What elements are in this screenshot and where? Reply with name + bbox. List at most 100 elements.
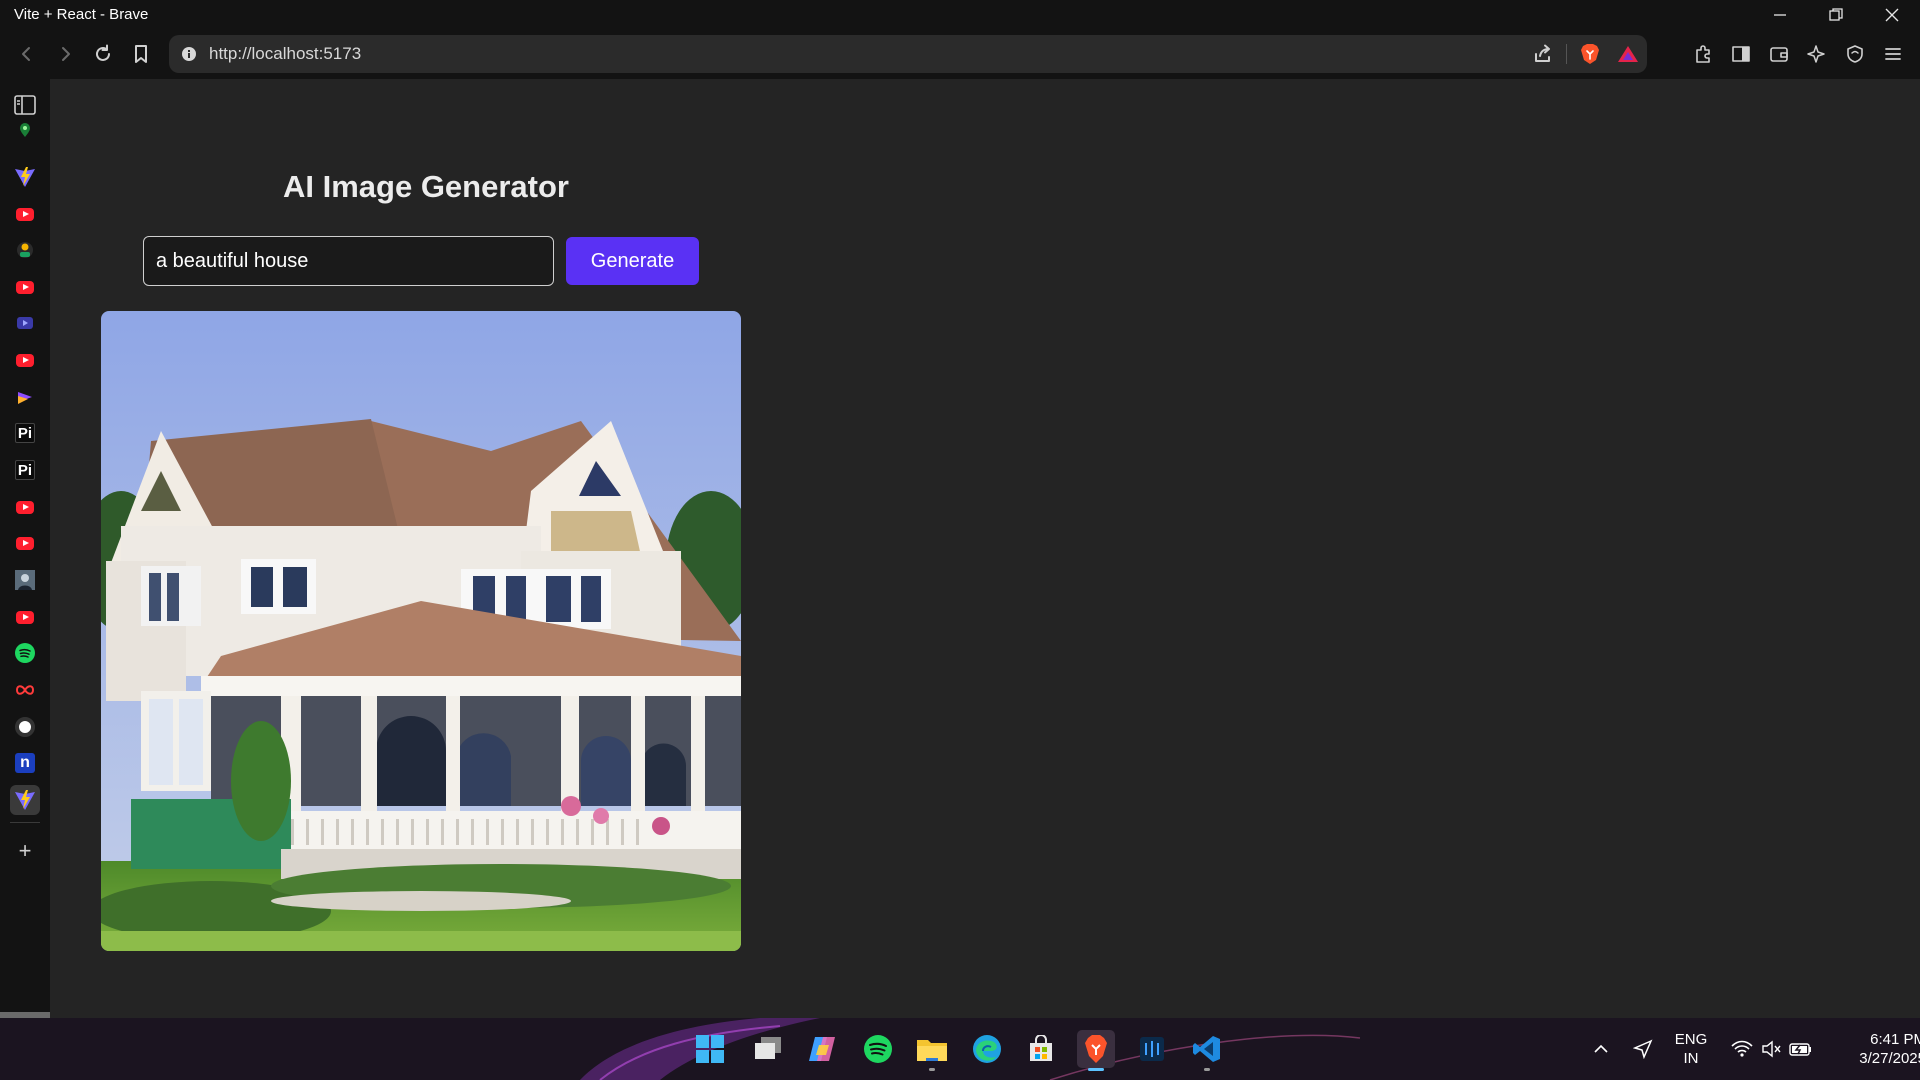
house-image [101,311,741,951]
sidebar-toggle-button[interactable] [1722,35,1760,73]
sidebar-item-avatar[interactable] [10,565,40,595]
page-content: AI Image Generator Generate [50,79,1920,1018]
bookmark-button[interactable] [122,35,160,73]
reload-icon [96,44,110,61]
sidebar-item-youtube-1[interactable] [10,199,40,229]
taskbar-vscode[interactable] [1188,1030,1226,1071]
sidebar-panel-button[interactable] [10,90,40,120]
address-bar[interactable]: http://localhost:5173 [169,35,1647,73]
restore-button[interactable] [1808,0,1864,29]
sidebar-item-youtube-2[interactable] [10,272,40,302]
youtube-icon [16,500,34,514]
taskbar-copilot[interactable] [803,1030,841,1068]
youtube-icon [16,353,34,367]
youtube-icon [16,536,34,550]
share-button[interactable] [1524,35,1562,73]
page-title: AI Image Generator [283,169,569,204]
sidebar-item-pi-1[interactable]: Pi [10,418,40,448]
rewards-triangle-icon [1618,46,1638,62]
sidebar-item-video[interactable] [10,308,40,338]
sidebar-item-stack[interactable] [10,382,40,412]
youtube-icon [16,280,34,294]
sidebar-toggle-icon [1732,46,1750,62]
taskbar-start[interactable] [691,1030,729,1068]
pi-icon: Pi [15,460,35,480]
share-icon [1535,44,1550,62]
sidebar-item-maps[interactable] [10,120,40,140]
back-button[interactable] [8,35,46,73]
url-text[interactable]: http://localhost:5173 [209,44,361,64]
taskbar-brave[interactable] [1077,1030,1115,1071]
close-window-button[interactable] [1864,0,1920,29]
sidebar-add-button[interactable]: + [10,836,40,866]
brave-shields-button[interactable] [1571,35,1609,73]
sidebar-item-youtube-3[interactable] [10,345,40,375]
speaker-muted-icon [1762,1040,1781,1058]
prompt-input[interactable] [143,236,554,286]
language-code: ENG [1674,1031,1708,1048]
video-icon [17,317,33,329]
brave-rewards-button[interactable] [1609,35,1647,73]
pi-icon: Pi [15,423,35,443]
taskbar-task-view[interactable] [749,1030,787,1068]
sidebar-item-vite[interactable] [10,162,40,192]
sidebar-item-openai[interactable] [10,712,40,742]
vite-icon [15,167,35,187]
site-info-icon[interactable] [169,35,209,73]
forward-button[interactable] [46,35,84,73]
sidebar-panel-icon [14,95,36,115]
windows-taskbar: ENG IN 6:41 PM 3/27/2025 [0,1018,1920,1080]
wallet-icon [1770,47,1788,62]
taskbar-terminal[interactable] [1133,1030,1171,1068]
chevron-right-icon [62,47,70,61]
puzzle-icon [1696,45,1710,63]
reload-button[interactable] [84,35,122,73]
sidebar-item-youtube-5[interactable] [10,528,40,558]
chevron-left-icon [22,47,30,61]
notion-n-icon: n [15,753,35,773]
region-code: IN [1683,1050,1699,1067]
spotify-icon [15,643,35,663]
sidebar-item-vite-active[interactable] [10,785,40,815]
windows-start-icon [696,1035,724,1063]
vscode-icon [1193,1036,1220,1062]
vpn-button[interactable] [1836,35,1874,73]
sidebar-item-spotify[interactable] [10,638,40,668]
generate-button[interactable]: Generate [566,237,699,285]
browser-toolbar: http://localhost:5173 [0,29,1920,79]
file-explorer-icon [917,1040,947,1061]
vite-icon [15,790,35,810]
taskbar-file-explorer[interactable] [913,1030,951,1071]
generated-image [101,311,741,951]
leo-ai-button[interactable] [1798,35,1836,73]
store-icon [1030,1035,1052,1061]
browser-sidebar: Pi Pi n + [0,79,50,1018]
wallet-button[interactable] [1760,35,1798,73]
taskbar-spotify[interactable] [859,1030,897,1068]
location-arrow-icon [1633,1039,1653,1059]
shield-icon [1847,45,1863,63]
clock-date: 3/27/2025 [1859,1050,1920,1067]
clock[interactable]: 6:41 PM 3/27/2025 [1831,1030,1920,1068]
sidebar-item-notion[interactable]: n [10,748,40,778]
infinity-icon [15,685,35,695]
quick-settings-button[interactable] [1731,1040,1813,1058]
location-button[interactable] [1621,1039,1665,1059]
show-hidden-icons-button[interactable] [1589,1044,1613,1054]
taskbar-store[interactable] [1022,1030,1060,1068]
window-titlebar: Vite + React - Brave [0,0,1920,29]
sidebar-item-app[interactable] [10,235,40,265]
copilot-icon [809,1037,835,1061]
sidebar-item-pi-2[interactable]: Pi [10,455,40,485]
sidebar-item-youtube-6[interactable] [10,602,40,632]
menu-button[interactable] [1874,35,1912,73]
taskbar-edge[interactable] [968,1030,1006,1068]
minimize-button[interactable] [1752,0,1808,29]
extensions-button[interactable] [1684,35,1722,73]
system-tray: ENG IN 6:41 PM 3/27/2025 [1589,1018,1920,1080]
youtube-icon [16,207,34,221]
sidebar-item-youtube-4[interactable] [10,492,40,522]
sidebar-item-infinity[interactable] [10,675,40,705]
language-indicator[interactable]: ENG IN [1665,1030,1717,1068]
map-pin-icon [20,123,30,137]
